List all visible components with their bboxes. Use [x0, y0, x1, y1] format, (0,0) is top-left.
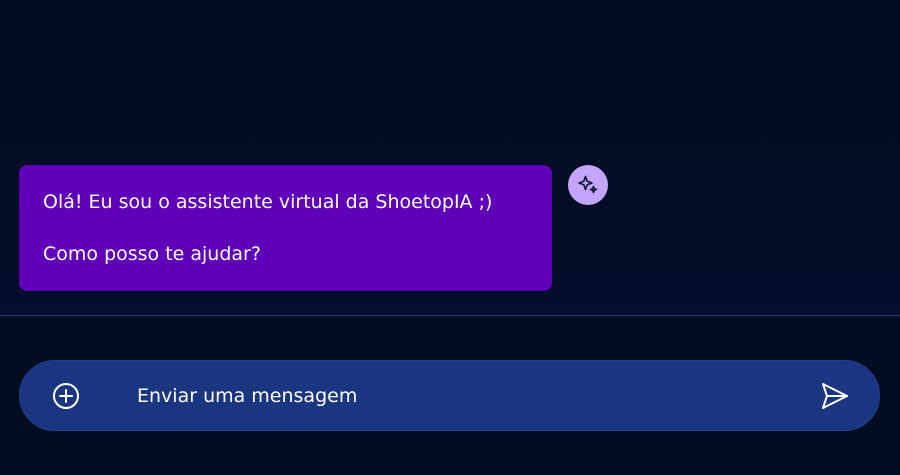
bot-message-bubble: Olá! Eu sou o assistente virtual da Shoe… — [19, 165, 552, 291]
send-icon — [822, 383, 848, 409]
message-line-2: Como posso te ajudar? — [43, 243, 261, 265]
chat-area: Olá! Eu sou o assistente virtual da Shoe… — [0, 0, 900, 315]
bot-avatar — [568, 165, 608, 205]
plus-circle-icon — [53, 383, 79, 409]
message-line-1: Olá! Eu sou o assistente virtual da Shoe… — [43, 191, 493, 213]
divider — [0, 315, 900, 316]
sparkles-icon — [578, 175, 598, 194]
message-input[interactable] — [137, 378, 797, 414]
send-button[interactable] — [817, 378, 853, 414]
message-composer — [19, 360, 880, 431]
attach-button[interactable] — [52, 382, 80, 410]
